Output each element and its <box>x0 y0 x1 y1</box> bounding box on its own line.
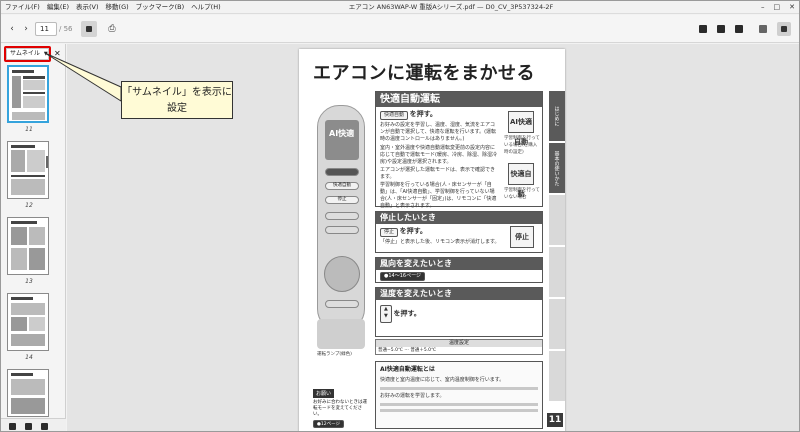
stop-badge: 停止 <box>510 226 534 248</box>
page-reference: ●14〜16ページ <box>380 272 425 281</box>
section-heading: AI快適自動運転とは <box>380 366 435 373</box>
indoor-unit-illustration <box>317 319 365 349</box>
callout-line-2: 設定 <box>167 103 187 114</box>
push-text: を押す。 <box>393 309 421 318</box>
auto-caption: 学習制御を行っていない場合 <box>504 188 540 200</box>
remote-auto-label: 快適自動 <box>325 182 359 190</box>
auto-intro: お好みの設定を学習し、温度、湿度、気流をエアコンが自動で選択して、快適な運転を行… <box>380 122 497 142</box>
stop-key: 停止 <box>380 228 399 237</box>
auto-bullet: エアコンが選択した運転モードは、表示で確認できます。 <box>380 167 496 180</box>
lamp-caption: 運転ランプ(緑色) <box>317 352 352 357</box>
section-stop: 停止したいとき 停止 を押す。 「停止」と表示した後、リモコン表示が消灯します。… <box>375 211 543 253</box>
ai-info-bullet: 快適度と室内温度に応じて、室内温度制御を行います。 <box>380 377 505 383</box>
remote-screen-text: AI快適 <box>329 129 355 138</box>
side-tab-basics: 基本の使いかた <box>549 143 565 193</box>
section-heading: 風向を変えたいとき <box>376 258 542 270</box>
ai-auto-caption: 学習制御を行っている場合(ご購入時の設定) <box>504 136 540 155</box>
section-heading: 温度を変えたいとき <box>376 288 542 300</box>
temp-table: 温度設定 普通−5.0℃ ⋯ 普通＋5.0℃ <box>375 339 543 355</box>
push-text: を押す。 <box>399 227 427 235</box>
section-ai-info: AI快適自動運転とは 快適度と室内温度に応じて、室内温度制御を行います。 お好み… <box>375 361 543 429</box>
section-heading: 停止したいとき <box>376 212 542 224</box>
pdf-viewer-window: ファイル(F) 編集(E) 表示(V) 移動(G) ブックマーク(B) ヘルプ(… <box>0 0 800 432</box>
ai-auto-badge: AI快適自動 <box>508 111 534 146</box>
memo-heading: お願い <box>313 389 335 398</box>
auto-bullet: 室内・室外温度や快適自動運転変更前の設定内容に応じて自動で運転モード(暖房、冷房… <box>380 145 497 165</box>
temp-table-title: 温度設定 <box>376 340 542 347</box>
stop-text: 「停止」と表示した後、リモコン表示が消灯します。 <box>380 239 500 245</box>
remote-dpad <box>324 256 360 292</box>
ai-info-bullet: お好みの運転を学習します。 <box>380 393 445 399</box>
remote-button <box>325 226 359 234</box>
remote-illustration: AI快適 快適自動 停止 <box>317 105 365 331</box>
memo-text: お好みに合わないときは運転モードを変えてください。 <box>313 400 367 417</box>
section-heading: 快適自動運転 <box>376 92 542 107</box>
remote-screen: AI快適 <box>325 120 359 160</box>
push-text: を押す。 <box>409 110 437 118</box>
section-temperature: 温度を変えたいとき ▲ ▼ を押す。 <box>375 287 543 337</box>
section-auto-operation: 快適自動運転 快適自動 を押す。 お好みの設定を学習し、温度、湿度、気流をエアコ… <box>375 91 543 209</box>
callout-line-1: 「サムネイル」を表示に <box>122 87 232 98</box>
remote-auto-button <box>325 168 359 176</box>
temp-table-row: 普通−5.0℃ ⋯ 普通＋5.0℃ <box>378 348 437 353</box>
remote-button <box>325 300 359 308</box>
section-wind-direction: 風向を変えたいとき ●14〜16ページ <box>375 257 543 283</box>
page-reference: ●12ページ <box>313 420 345 428</box>
page-title: エアコンに運転をまかせる <box>313 63 535 84</box>
temp-key-icon: ▲ ▼ <box>380 305 392 323</box>
side-tab-3 <box>549 195 565 245</box>
page-number-badge: 11 <box>547 413 563 427</box>
remote-stop-label: 停止 <box>325 196 359 204</box>
side-tab-intro: はじめに <box>549 91 565 141</box>
auto-badge: 快適自動 <box>508 163 534 198</box>
callout-annotation: 「サムネイル」を表示に 設定 <box>121 81 233 119</box>
auto-bullet: 学習制御を行っている場合(人・床センサーが「自動」は、「AI快適自動」、学習制御… <box>380 182 497 209</box>
auto-key: 快適自動 <box>380 111 409 120</box>
memo-box: お願い お好みに合わないときは運転モードを変えてください。 ●12ページ <box>313 389 369 429</box>
side-tab-6 <box>549 351 565 401</box>
pdf-page: エアコンに運転をまかせる はじめに 基本の使いかた AI快適 快適自動 停止 運… <box>299 49 565 431</box>
side-tab-5 <box>549 299 565 349</box>
remote-button <box>325 212 359 220</box>
side-tab-4 <box>549 247 565 297</box>
